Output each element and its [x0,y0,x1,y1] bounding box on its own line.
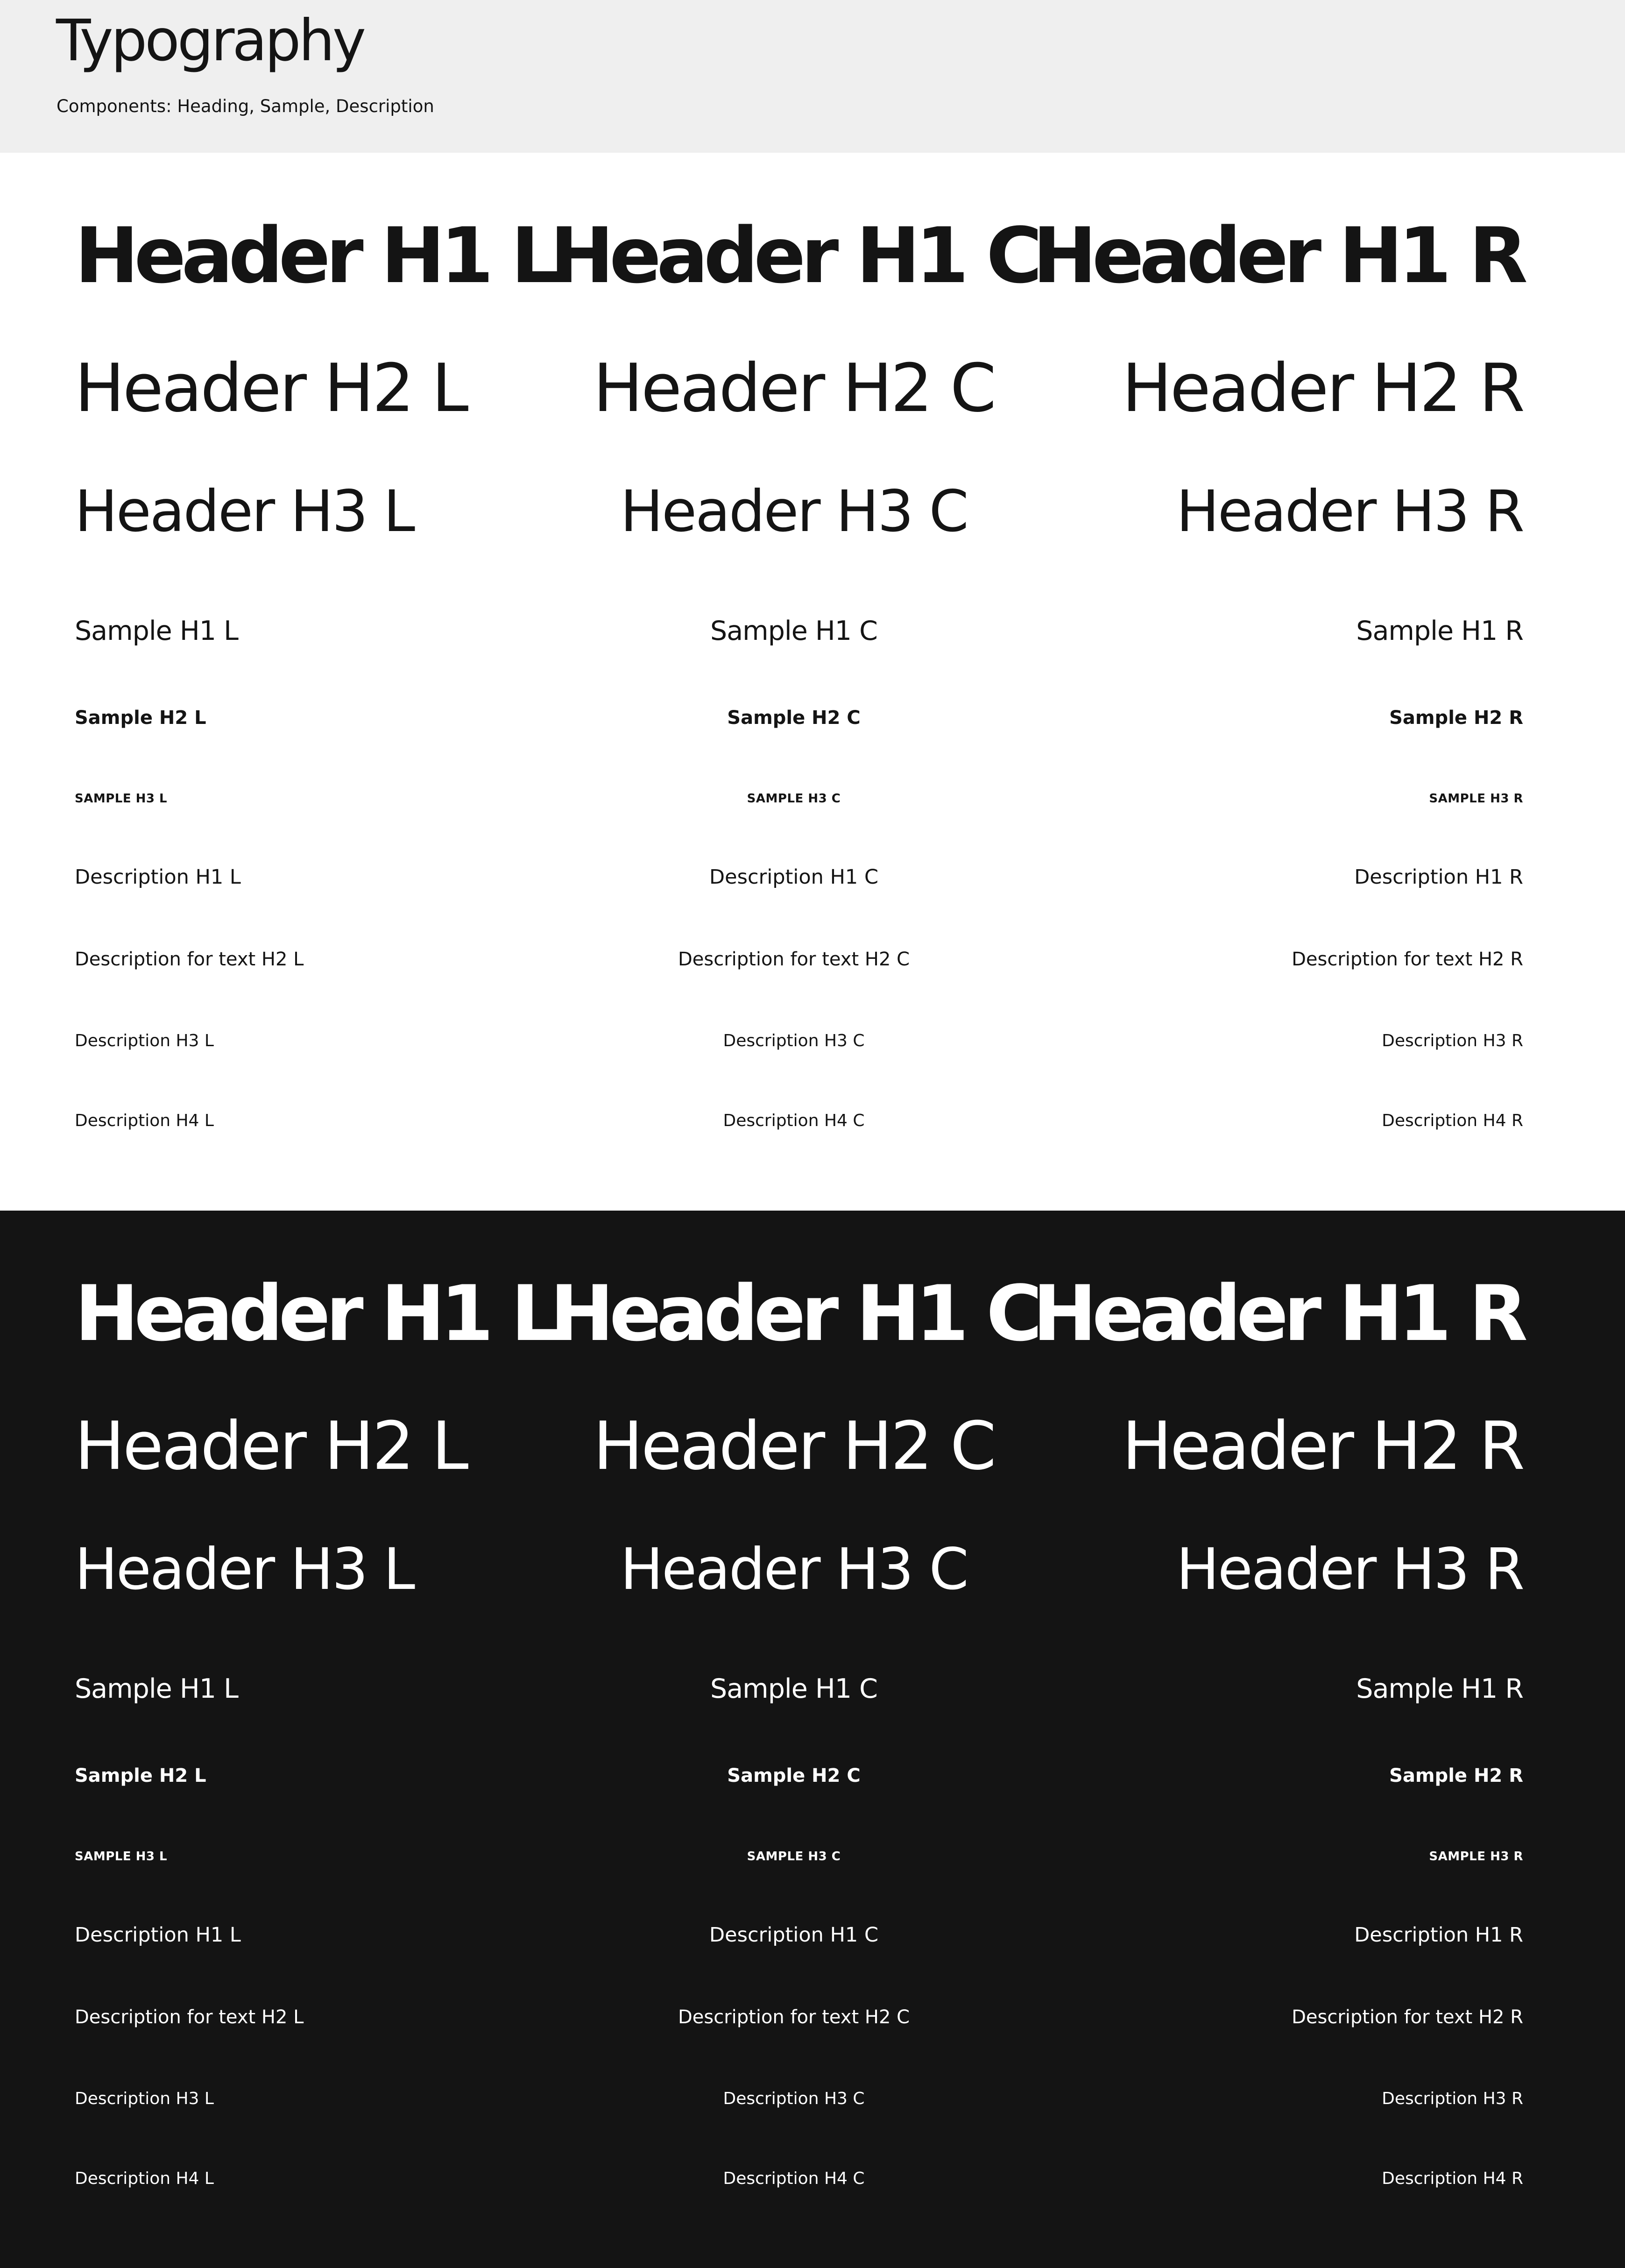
sample-h2-left: Sample H2 L [75,707,206,729]
header-h1-center: Header H1 C [550,1269,1043,1358]
header-h1-center: Header H1 C [550,211,1043,300]
description-h4-left: Description H4 L [75,1111,214,1130]
description-h1-center: Description H1 C [709,1923,878,1947]
header-h3-center: Header H3 C [620,478,968,545]
page-subtitle: Components: Heading, Sample, Description [57,96,434,116]
description-h1-right: Description H1 R [1354,1923,1523,1947]
sample-h2-center: Sample H2 C [727,1765,861,1786]
sample-h3-right: SAMPLE H3 R [1429,792,1523,806]
header-h3-right: Header H3 R [1176,478,1525,545]
description-h3-left: Description H3 L [75,2089,214,2108]
sample-h1-right: Sample H1 R [1356,616,1524,646]
header-h3-center: Header H3 C [620,1536,968,1602]
header-h1-right: Header H1 R [1032,1269,1528,1358]
sample-h1-center: Sample H1 C [710,616,878,646]
description-h1-right: Description H1 R [1354,865,1523,889]
description-h2-right: Description for text H2 R [1292,2006,1523,2028]
sample-h2-right: Sample H2 R [1389,707,1523,729]
header-h2-center: Header H2 C [593,1408,996,1485]
description-h1-left: Description H1 L [75,1923,241,1947]
description-h3-left: Description H3 L [75,1031,214,1050]
description-h4-right: Description H4 R [1382,2169,1523,2188]
header-h1-left: Header H1 L [75,1269,560,1358]
sample-h3-center: SAMPLE H3 C [747,1850,841,1864]
header-h2-left: Header H2 L [75,1408,469,1485]
description-h3-right: Description H3 R [1382,1031,1523,1050]
description-h3-center: Description H3 C [723,2089,865,2108]
description-h4-left: Description H4 L [75,2169,214,2188]
description-h3-center: Description H3 C [723,1031,865,1050]
description-h2-center: Description for text H2 C [678,949,910,970]
header-h2-right: Header H2 R [1122,350,1525,427]
description-h2-center: Description for text H2 C [678,2006,910,2028]
header-h1-right: Header H1 R [1032,211,1528,300]
header-h2-right: Header H2 R [1122,1408,1525,1485]
header-h2-left: Header H2 L [75,350,469,427]
header-h2-center: Header H2 C [593,350,996,427]
page-header: Typography Components: Heading, Sample, … [0,0,1625,153]
description-h2-left: Description for text H2 L [75,2006,304,2028]
sample-h1-left: Sample H1 L [75,616,239,646]
sample-h2-right: Sample H2 R [1389,1765,1523,1786]
header-h3-right: Header H3 R [1176,1536,1525,1602]
header-h1-left: Header H1 L [75,211,560,300]
header-h3-left: Header H3 L [75,1536,415,1602]
light-theme-section: Header H1 L Header H1 C Header H1 R Head… [0,153,1625,1210]
sample-h3-left: SAMPLE H3 L [75,792,168,806]
description-h4-right: Description H4 R [1382,1111,1523,1130]
sample-h2-center: Sample H2 C [727,707,861,729]
header-h3-left: Header H3 L [75,478,415,545]
description-h1-center: Description H1 C [709,865,878,889]
sample-h1-center: Sample H1 C [710,1673,878,1704]
dark-theme-section: Header H1 L Header H1 C Header H1 R Head… [0,1211,1625,2268]
sample-h1-right: Sample H1 R [1356,1673,1524,1704]
sample-h3-right: SAMPLE H3 R [1429,1850,1523,1864]
sample-h3-left: SAMPLE H3 L [75,1850,168,1864]
description-h1-left: Description H1 L [75,865,241,889]
description-h2-right: Description for text H2 R [1292,949,1523,970]
sample-h1-left: Sample H1 L [75,1673,239,1704]
description-h4-center: Description H4 C [723,1111,865,1130]
sample-h3-center: SAMPLE H3 C [747,792,841,806]
description-h2-left: Description for text H2 L [75,949,304,970]
description-h4-center: Description H4 C [723,2169,865,2188]
description-h3-right: Description H3 R [1382,2089,1523,2108]
page-title: Typography [56,7,366,74]
sample-h2-left: Sample H2 L [75,1765,206,1786]
